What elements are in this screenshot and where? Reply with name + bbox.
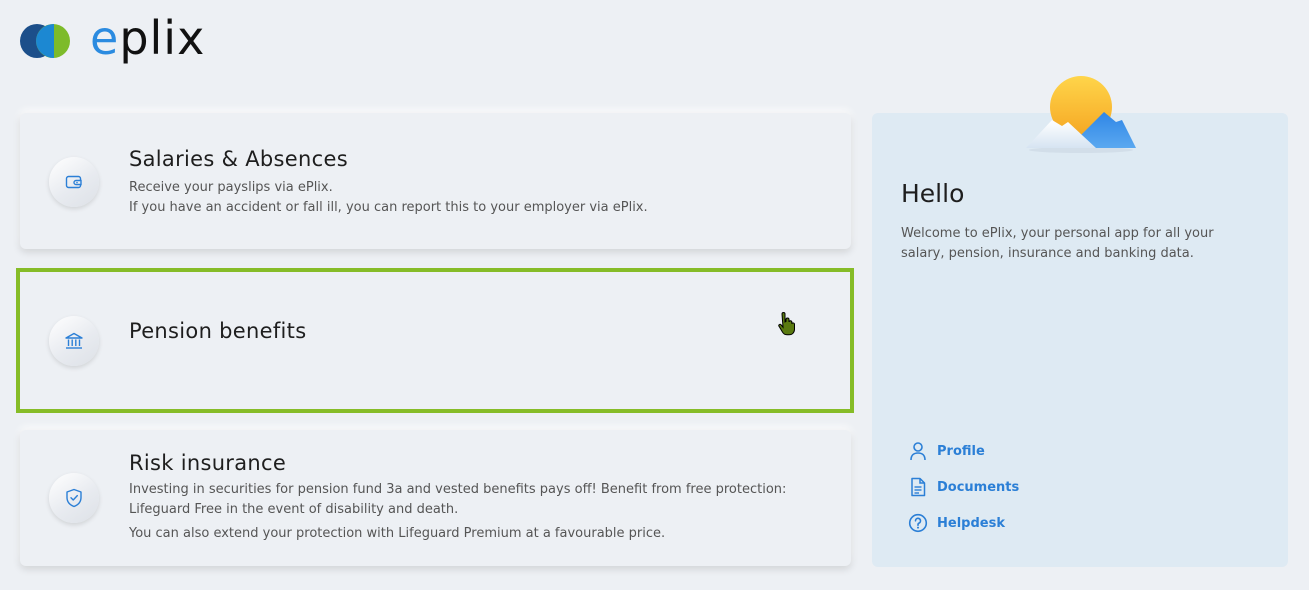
quick-links: Profile Documents Helpdesk bbox=[908, 440, 1019, 548]
user-icon bbox=[908, 441, 928, 461]
card-description: You can also extend your protection with… bbox=[129, 526, 666, 541]
logo-wordmark: eplix bbox=[90, 11, 206, 65]
hand-cursor-icon bbox=[776, 312, 796, 340]
welcome-panel: Hello Welcome to ePlix, your personal ap… bbox=[872, 113, 1288, 567]
card-title: Risk insurance bbox=[129, 451, 287, 475]
card-pension-benefits[interactable]: Pension benefits bbox=[16, 268, 854, 413]
sun-mountain-illustration-icon bbox=[1026, 76, 1136, 153]
card-description: Investing in securities for pension fund… bbox=[129, 482, 787, 517]
bank-icon bbox=[49, 316, 99, 366]
panel-heading: Hello bbox=[901, 179, 965, 208]
document-icon bbox=[908, 477, 928, 497]
card-title: Salaries & Absences bbox=[129, 147, 348, 171]
help-icon bbox=[908, 513, 928, 533]
profile-link-label: Profile bbox=[937, 443, 985, 459]
card-description: Receive your payslips via ePlix. bbox=[129, 180, 333, 195]
documents-link-label: Documents bbox=[937, 479, 1020, 495]
shield-check-icon bbox=[49, 473, 99, 523]
eplix-logo[interactable]: eplix bbox=[20, 11, 206, 65]
documents-link[interactable]: Documents bbox=[908, 476, 1019, 498]
eplix-logo-mark-icon bbox=[20, 22, 72, 60]
card-risk-insurance[interactable]: Risk insurance Investing in securities f… bbox=[20, 430, 851, 566]
card-title: Pension benefits bbox=[129, 319, 307, 343]
card-description: If you have an accident or fall ill, you… bbox=[129, 200, 648, 215]
card-salaries-absences[interactable]: Salaries & Absences Receive your payslip… bbox=[20, 113, 851, 249]
wallet-icon bbox=[49, 157, 99, 207]
profile-link[interactable]: Profile bbox=[908, 440, 1019, 462]
helpdesk-link-label: Helpdesk bbox=[937, 515, 1005, 531]
helpdesk-link[interactable]: Helpdesk bbox=[908, 512, 1019, 534]
welcome-text: Welcome to ePlix, your personal app for … bbox=[901, 226, 1214, 261]
